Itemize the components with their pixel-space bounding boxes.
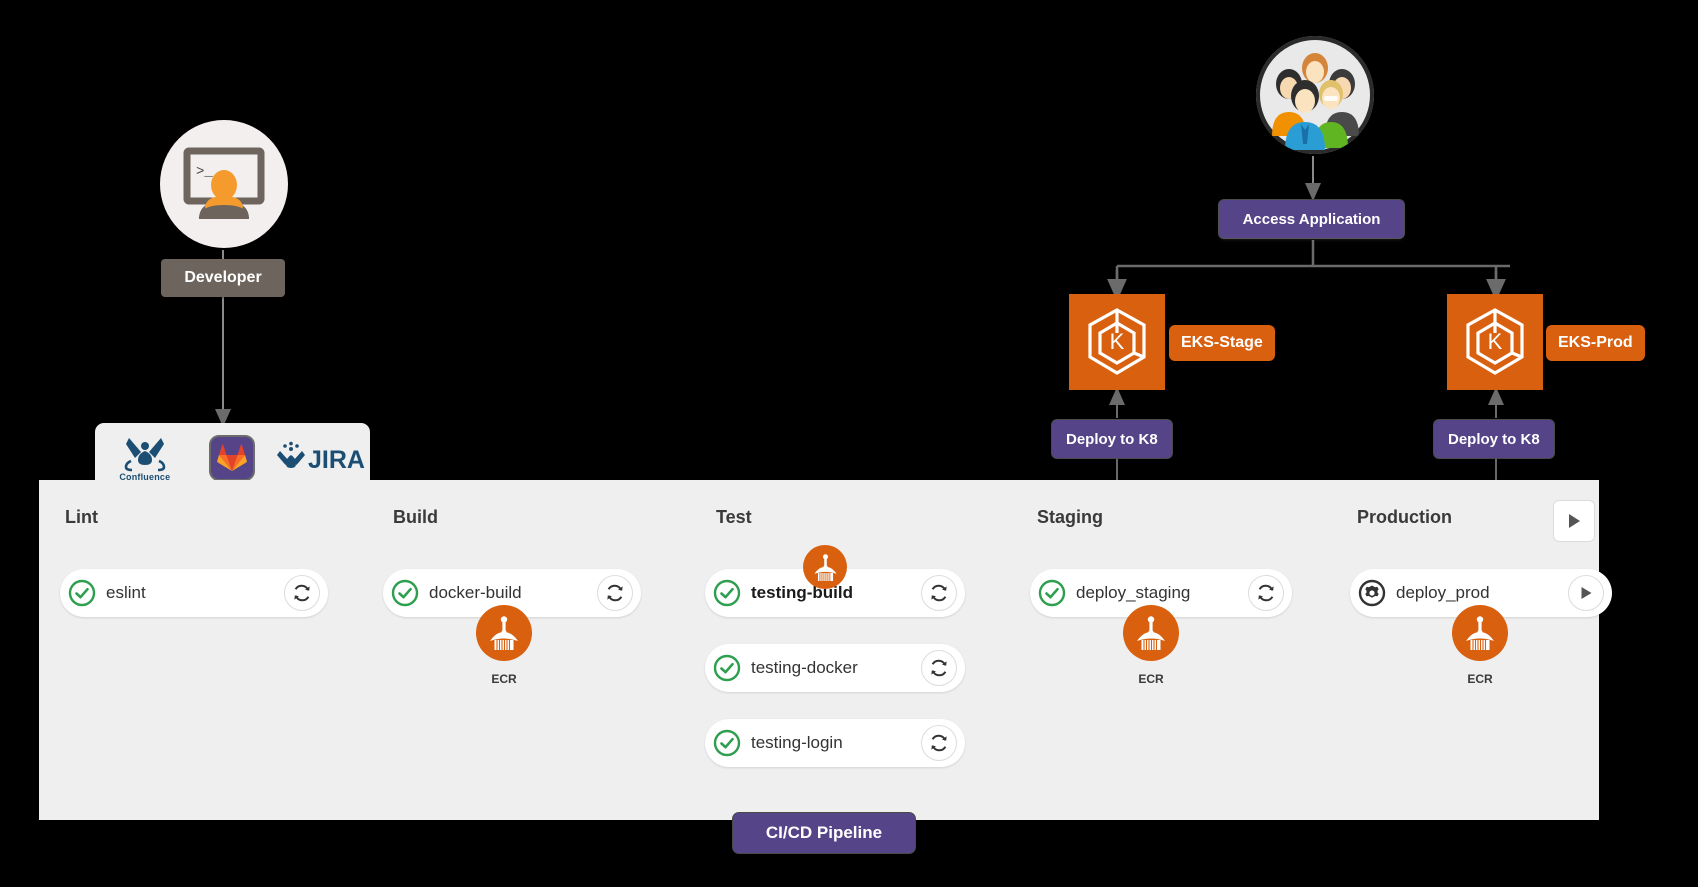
gitlab-tile [209,435,256,481]
ecr-icon [490,616,518,650]
ecr-badge-build [476,605,532,661]
ecr-badge-staging [1123,605,1179,661]
job-label: deploy_staging [1076,583,1191,602]
deploy-to-k8-stage-node: Deploy to K8 [1052,420,1172,458]
retry-button-testing-login[interactable] [921,725,957,761]
ecr-badge-testing-build [803,545,847,589]
developer-avatar: >_ [160,120,288,248]
deploy-to-k8-prod-node: Deploy to K8 [1434,420,1554,458]
stage-title-build: Build [393,507,438,527]
job-label: eslint [106,583,146,602]
retry-icon [294,584,310,602]
gear-circle-icon [1358,579,1386,607]
ecr-icon [1137,616,1165,650]
job-label: testing-docker [751,658,858,677]
retry-button-testing-build[interactable] [921,575,957,611]
cicd-pipeline-label: CI/CD Pipeline [733,813,915,853]
tool-gitlab[interactable] [193,435,271,481]
retry-icon [931,734,947,752]
ecr-caption-staging: ECR [1138,672,1164,686]
jira-logo-icon: JIRA [277,441,365,474]
check-circle-icon [1038,579,1066,607]
retry-icon [931,584,947,602]
gitlab-logo-icon [217,444,248,471]
retry-button-deploy-staging[interactable] [1248,575,1284,611]
tool-confluence[interactable]: Confluence [106,434,184,482]
check-circle-icon [713,729,741,757]
kubernetes-hexagon-icon: K [1088,308,1146,375]
eks-prod-badge: EKS-Prod [1546,325,1645,361]
play-button-deploy-prod[interactable] [1568,575,1604,611]
svg-text:K: K [1488,329,1503,354]
users-group-avatar [1256,36,1374,154]
tool-jira[interactable]: JIRA [277,441,365,475]
job-eslint[interactable]: eslint [60,569,328,617]
developer-terminal-icon: >_ [183,147,265,219]
stage-title-test: Test [716,507,752,527]
ecr-icon [813,553,837,581]
play-icon [1569,514,1580,528]
ecr-badge-prod [1452,605,1508,661]
stage-title-staging: Staging [1037,507,1103,527]
check-circle-icon [713,654,741,682]
access-application-node: Access Application [1219,200,1404,238]
job-label: deploy_prod [1396,583,1490,602]
eks-prod-tile: K [1447,294,1543,390]
retry-button-docker-build[interactable] [597,575,633,611]
retry-icon [607,584,623,602]
job-label: testing-build [751,583,853,602]
stage-title-production: Production [1357,507,1452,527]
job-label: testing-login [751,733,843,752]
ecr-caption-build: ECR [491,672,517,686]
confluence-logo-icon [124,438,166,472]
check-circle-icon [68,579,96,607]
stage-title-lint: Lint [65,507,98,527]
eks-stage-tile: K [1069,294,1165,390]
job-testing-docker[interactable]: testing-docker [705,644,965,692]
svg-text:>_: >_ [196,164,213,180]
svg-text:K: K [1110,329,1125,354]
kubernetes-hexagon-icon: K [1466,308,1524,375]
eks-stage-badge: EKS-Stage [1169,325,1275,361]
job-label: docker-build [429,583,522,602]
retry-button-eslint[interactable] [284,575,320,611]
retry-icon [931,659,947,677]
job-testing-login[interactable]: testing-login [705,719,965,767]
play-icon [1581,587,1592,599]
retry-icon [1258,584,1274,602]
developer-label: Developer [161,259,285,297]
svg-text:JIRA: JIRA [308,446,365,474]
play-stage-button[interactable] [1553,500,1595,542]
check-circle-icon [713,579,741,607]
ecr-caption-prod: ECR [1467,672,1493,686]
retry-button-testing-docker[interactable] [921,650,957,686]
check-circle-icon [391,579,419,607]
users-group-icon [1256,36,1374,154]
ecr-icon [1466,616,1494,650]
